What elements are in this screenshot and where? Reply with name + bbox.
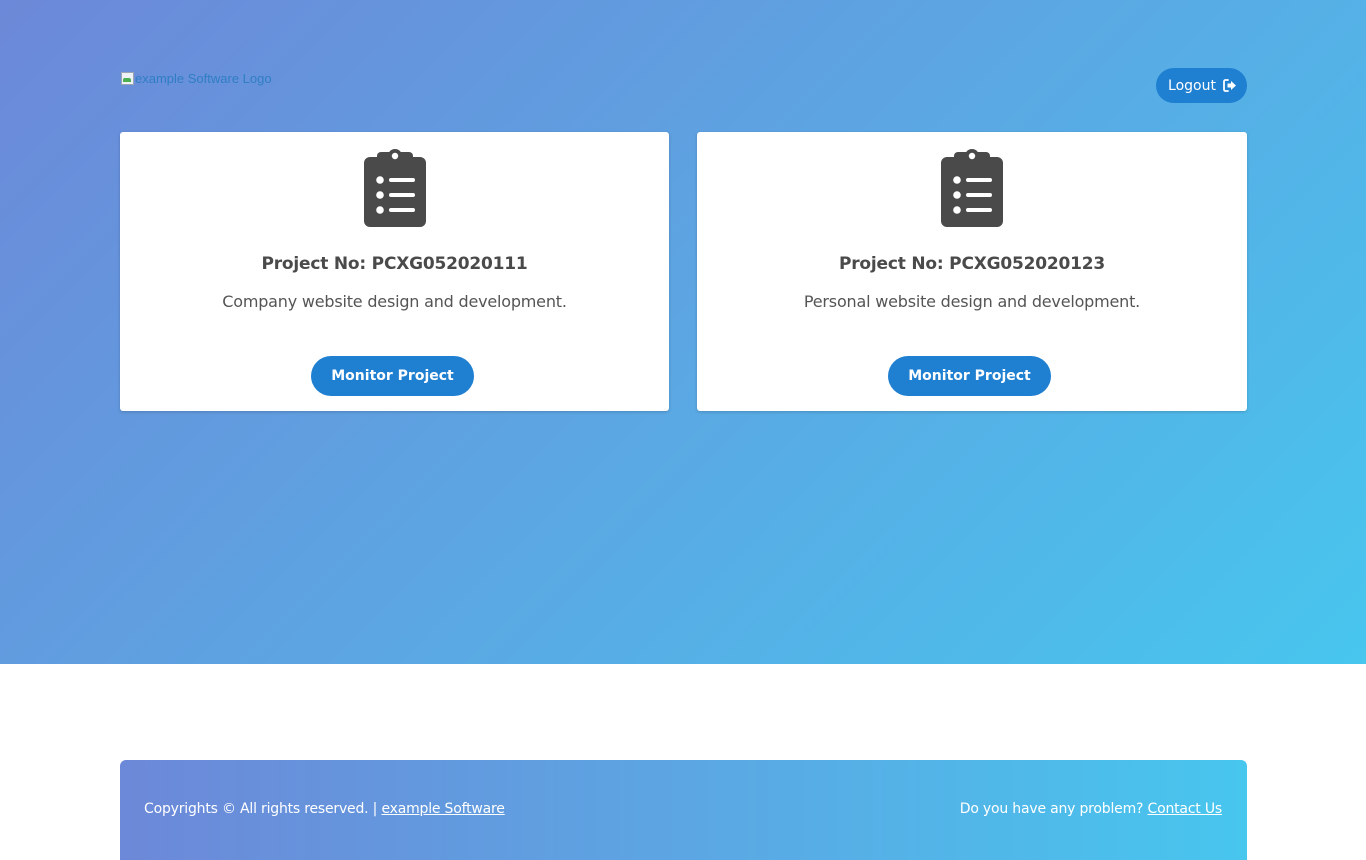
problem-text: Do you have any problem? — [959, 801, 1144, 817]
site-logo[interactable]: example Software Logo — [120, 68, 272, 88]
broken-image-icon — [120, 71, 134, 85]
hero-background: example Software Logo Logout Project No:… — [0, 0, 1366, 664]
project-title: Project No: PCXG052020111 — [261, 254, 528, 274]
copyright-text: Copyrights © All rights reserved. | — [144, 801, 378, 817]
logout-button[interactable]: Logout — [1156, 68, 1247, 103]
project-card: Project No: PCXG052020123 Personal websi… — [697, 132, 1247, 411]
monitor-project-button[interactable]: Monitor Project — [311, 356, 474, 396]
contact-us-link[interactable]: Contact Us — [1148, 801, 1223, 817]
logo-alt-text: example Software Logo — [135, 70, 272, 86]
project-description: Personal website design and development. — [803, 292, 1141, 311]
sign-out-icon — [1223, 79, 1237, 92]
clipboard-list-icon — [363, 147, 426, 227]
company-link[interactable]: example Software — [381, 801, 504, 817]
footer-copyright: Copyrights © All rights reserved. | exam… — [144, 801, 505, 817]
project-card: Project No: PCXG052020111 Company websit… — [120, 132, 669, 411]
monitor-project-button[interactable]: Monitor Project — [888, 356, 1051, 396]
project-description: Company website design and development. — [222, 292, 567, 311]
footer: Copyrights © All rights reserved. | exam… — [120, 760, 1247, 860]
clipboard-list-icon — [941, 147, 1003, 227]
project-title: Project No: PCXG052020123 — [838, 254, 1106, 274]
footer-contact: Do you have any problem? Contact Us — [960, 801, 1222, 817]
logout-label: Logout — [1168, 77, 1216, 94]
